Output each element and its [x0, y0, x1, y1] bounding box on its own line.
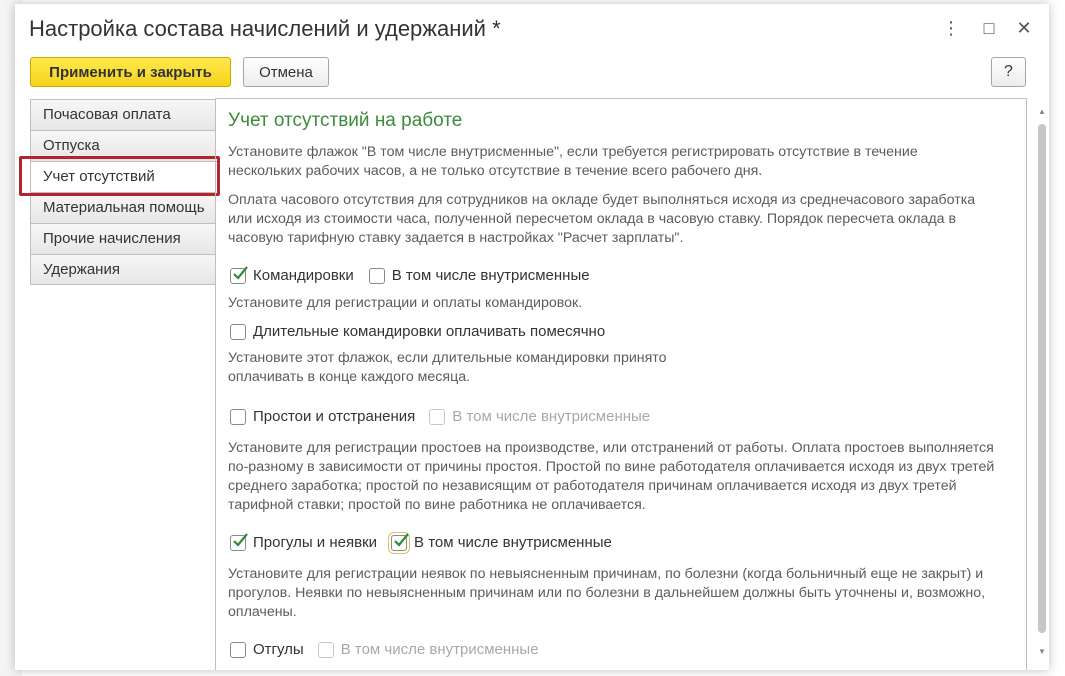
- check-icon: [394, 532, 409, 547]
- progul-desc: Установите для регистрации неявок по нев…: [228, 566, 986, 620]
- otguly-checkbox[interactable]: [230, 641, 246, 658]
- prostoi-intrashift-checkbox: [429, 408, 446, 425]
- long-trips-row: Длительные командировки оплачивать помес…: [230, 323, 605, 340]
- tab-hourly-pay[interactable]: Почасовая оплата: [30, 99, 216, 130]
- settings-dialog: Настройка состава начислений и удержаний…: [15, 4, 1049, 670]
- help-button[interactable]: ?: [991, 57, 1026, 87]
- scroll-thumb[interactable]: [1038, 124, 1046, 633]
- prostoi-intrashift-label: В том числе внутрисменные: [452, 408, 651, 425]
- komandirovki-checkbox[interactable]: [230, 265, 248, 284]
- progul-checkbox[interactable]: [230, 532, 248, 551]
- more-menu-icon[interactable]: ⋮: [939, 16, 963, 40]
- check-icon: [233, 532, 248, 547]
- prostoi-checkbox[interactable]: [230, 408, 246, 425]
- close-icon[interactable]: ✕: [1012, 16, 1036, 40]
- check-icon: [233, 265, 248, 280]
- tab-financial-aid[interactable]: Материальная помощь: [30, 192, 216, 223]
- title-bar: Настройка состава начислений и удержаний…: [15, 4, 1049, 52]
- maximize-icon[interactable]: □: [977, 16, 1001, 40]
- progul-label: Прогулы и неявки: [253, 534, 378, 551]
- long-trips-label: Длительные командировки оплачивать помес…: [253, 323, 606, 340]
- otguly-row: Отгулы В том числе внутрисменные: [230, 641, 539, 658]
- intro-text-1: Установите флажок "В том числе внутрисме…: [228, 144, 918, 179]
- komandirovki-desc: Установите для регистрации и оплаты кома…: [228, 295, 583, 311]
- komandirovki-label: Командировки: [253, 267, 354, 284]
- scroll-up-icon[interactable]: ▲: [1036, 106, 1048, 118]
- long-trips-desc: Установите этот флажок, если длительные …: [228, 350, 667, 385]
- progul-row: Прогулы и неявки В том числе внутрисменн…: [230, 531, 612, 554]
- tab-absence-accounting[interactable]: Учет отсутствий: [30, 161, 219, 192]
- prostoi-desc: Установите для регистрации простоев на п…: [228, 440, 995, 513]
- otguly-label: Отгулы: [253, 641, 304, 658]
- progul-intrashift-label: В том числе внутрисменные: [414, 534, 612, 551]
- progul-intrashift-checkbox[interactable]: [388, 531, 411, 554]
- tab-deductions[interactable]: Удержания: [30, 254, 216, 285]
- long-trips-checkbox[interactable]: [230, 323, 246, 340]
- komandirovki-intrashift-label: В том числе внутрисменные: [391, 267, 590, 284]
- prostoi-label: Простои и отстранения: [253, 408, 416, 425]
- section-tabs: Почасовая оплата Отпуска Учет отсутствий…: [30, 99, 219, 285]
- prostoi-row: Простои и отстранения В том числе внутри…: [230, 408, 650, 425]
- tab-other-accruals[interactable]: Прочие начисления: [30, 223, 216, 254]
- otguly-intrashift-label: В том числе внутрисменные: [340, 641, 539, 658]
- vertical-scrollbar[interactable]: ▲ ▼: [1036, 98, 1048, 670]
- tab-vacations[interactable]: Отпуска: [30, 130, 216, 161]
- komandirovki-row: Командировки В том числе внутрисменные: [230, 265, 590, 284]
- dialog-title: Настройка состава начислений и удержаний…: [29, 16, 501, 41]
- section-heading: Учет отсутствий на работе: [228, 110, 463, 131]
- otguly-intrashift-checkbox: [317, 641, 334, 658]
- apply-and-close-button[interactable]: Применить и закрыть: [30, 57, 231, 87]
- intro-text-2: Оплата часового отсутствия для сотрудник…: [228, 192, 976, 246]
- cancel-button[interactable]: Отмена: [243, 57, 329, 87]
- scroll-down-icon[interactable]: ▼: [1036, 646, 1048, 658]
- komandirovki-intrashift-checkbox[interactable]: [368, 267, 385, 284]
